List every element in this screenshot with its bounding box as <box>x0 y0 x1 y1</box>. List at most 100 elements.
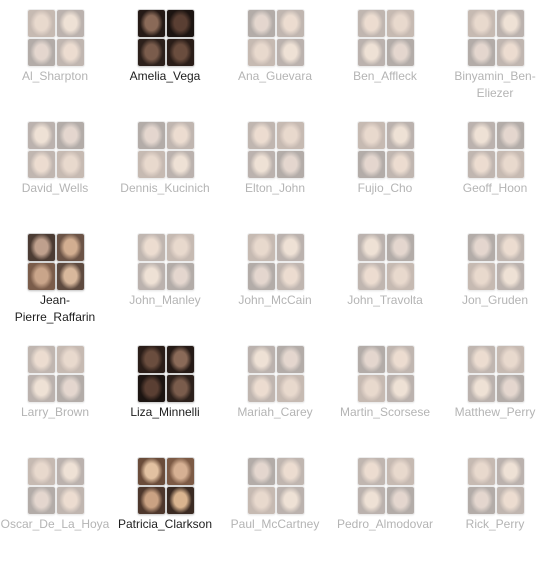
face-photo-icon <box>387 122 414 149</box>
face-photo-icon <box>358 487 385 514</box>
face-photo-icon <box>387 487 414 514</box>
folder-thumbnail-icon <box>357 9 415 67</box>
face-photo-icon <box>28 39 55 66</box>
face-photo-icon <box>248 346 275 373</box>
folder-item[interactable]: Pedro_Almodovar <box>330 448 440 560</box>
folder-name-label: Geoff_Hoon <box>462 181 528 195</box>
face-photo-icon <box>248 458 275 485</box>
face-photo-icon <box>468 263 495 290</box>
face-photo-icon <box>387 234 414 261</box>
face-photo-icon <box>57 375 84 402</box>
folder-thumbnail-icon <box>27 457 85 515</box>
face-photo-icon <box>167 458 194 485</box>
folder-item[interactable]: Fujio_Cho <box>330 112 440 224</box>
face-photo-icon <box>497 263 524 290</box>
folder-thumbnail-icon <box>247 121 305 179</box>
folder-item[interactable]: Dennis_Kucinich <box>110 112 220 224</box>
face-photo-icon <box>358 39 385 66</box>
face-photo-icon <box>387 10 414 37</box>
face-photo-icon <box>138 39 165 66</box>
folder-thumbnail-icon <box>137 9 195 67</box>
face-photo-icon <box>248 39 275 66</box>
folder-item[interactable]: Paul_McCartney <box>220 448 330 560</box>
face-photo-icon <box>248 487 275 514</box>
face-photo-icon <box>138 346 165 373</box>
face-photo-icon <box>138 10 165 37</box>
face-photo-icon <box>277 346 304 373</box>
face-photo-icon <box>387 458 414 485</box>
folder-name-label: Jon_Gruden <box>461 293 529 307</box>
face-photo-icon <box>28 487 55 514</box>
folder-name-label: Amelia_Vega <box>129 69 201 83</box>
folder-item[interactable]: Oscar_De_La_Hoya <box>0 448 110 560</box>
face-photo-icon <box>497 487 524 514</box>
folder-item[interactable]: Amelia_Vega <box>110 0 220 112</box>
folder-name-label: Patricia_Clarkson <box>117 517 213 531</box>
face-photo-icon <box>138 234 165 261</box>
face-photo-icon <box>28 346 55 373</box>
face-photo-icon <box>57 487 84 514</box>
folder-thumbnail-icon <box>467 121 525 179</box>
folder-icon-grid: Al_Sharpton Amelia_Vega Ana_Guevara Ben_Aff… <box>0 0 550 564</box>
folder-item[interactable]: John_McCain <box>220 224 330 336</box>
folder-item[interactable]: Matthew_Perry <box>440 336 550 448</box>
face-photo-icon <box>248 234 275 261</box>
folder-item[interactable]: Patricia_Clarkson <box>110 448 220 560</box>
face-photo-icon <box>468 234 495 261</box>
face-photo-icon <box>358 234 385 261</box>
folder-item[interactable]: David_Wells <box>0 112 110 224</box>
face-photo-icon <box>497 122 524 149</box>
face-photo-icon <box>57 263 84 290</box>
folder-name-label: Pedro_Almodovar <box>336 517 434 531</box>
folder-name-label: Ben_Affleck <box>353 69 417 83</box>
folder-item[interactable]: Jon_Gruden <box>440 224 550 336</box>
folder-item[interactable]: Mariah_Carey <box>220 336 330 448</box>
face-photo-icon <box>358 263 385 290</box>
face-photo-icon <box>468 39 495 66</box>
folder-item[interactable]: John_Travolta <box>330 224 440 336</box>
face-photo-icon <box>277 263 304 290</box>
face-photo-icon <box>28 458 55 485</box>
folder-thumbnail-icon <box>27 345 85 403</box>
face-photo-icon <box>358 151 385 178</box>
face-photo-icon <box>277 151 304 178</box>
face-photo-icon <box>167 375 194 402</box>
face-photo-icon <box>248 151 275 178</box>
folder-name-label: Binyamin_Ben-Eliezer <box>454 69 536 100</box>
folder-name-label: Oscar_De_La_Hoya <box>0 517 110 531</box>
folder-name-label: John_McCain <box>238 293 312 307</box>
folder-name-label: Rick_Perry <box>465 517 525 531</box>
folder-item[interactable]: Rick_Perry <box>440 448 550 560</box>
folder-thumbnail-icon <box>247 233 305 291</box>
folder-item[interactable]: Binyamin_Ben-Eliezer <box>440 0 550 112</box>
folder-item[interactable]: Martin_Scorsese <box>330 336 440 448</box>
folder-item[interactable]: Jean-Pierre_Raffarin <box>0 224 110 336</box>
folder-item[interactable]: Larry_Brown <box>0 336 110 448</box>
folder-thumbnail-icon <box>137 457 195 515</box>
face-photo-icon <box>28 151 55 178</box>
folder-name-label: Al_Sharpton <box>21 69 89 83</box>
folder-item[interactable]: Ana_Guevara <box>220 0 330 112</box>
face-photo-icon <box>167 10 194 37</box>
face-photo-icon <box>28 10 55 37</box>
folder-thumbnail-icon <box>467 233 525 291</box>
folder-item[interactable]: John_Manley <box>110 224 220 336</box>
face-photo-icon <box>138 458 165 485</box>
face-photo-icon <box>57 234 84 261</box>
folder-thumbnail-icon <box>247 457 305 515</box>
folder-name-label: Liza_Minnelli <box>130 405 200 419</box>
folder-name-label: Mariah_Carey <box>237 405 313 419</box>
folder-thumbnail-icon <box>467 457 525 515</box>
face-photo-icon <box>248 122 275 149</box>
face-photo-icon <box>248 375 275 402</box>
folder-item[interactable]: Elton_John <box>220 112 330 224</box>
face-photo-icon <box>138 122 165 149</box>
face-photo-icon <box>138 487 165 514</box>
folder-item[interactable]: Ben_Affleck <box>330 0 440 112</box>
face-photo-icon <box>167 122 194 149</box>
folder-item[interactable]: Al_Sharpton <box>0 0 110 112</box>
face-photo-icon <box>497 346 524 373</box>
folder-item[interactable]: Liza_Minnelli <box>110 336 220 448</box>
face-photo-icon <box>248 263 275 290</box>
folder-item[interactable]: Geoff_Hoon <box>440 112 550 224</box>
